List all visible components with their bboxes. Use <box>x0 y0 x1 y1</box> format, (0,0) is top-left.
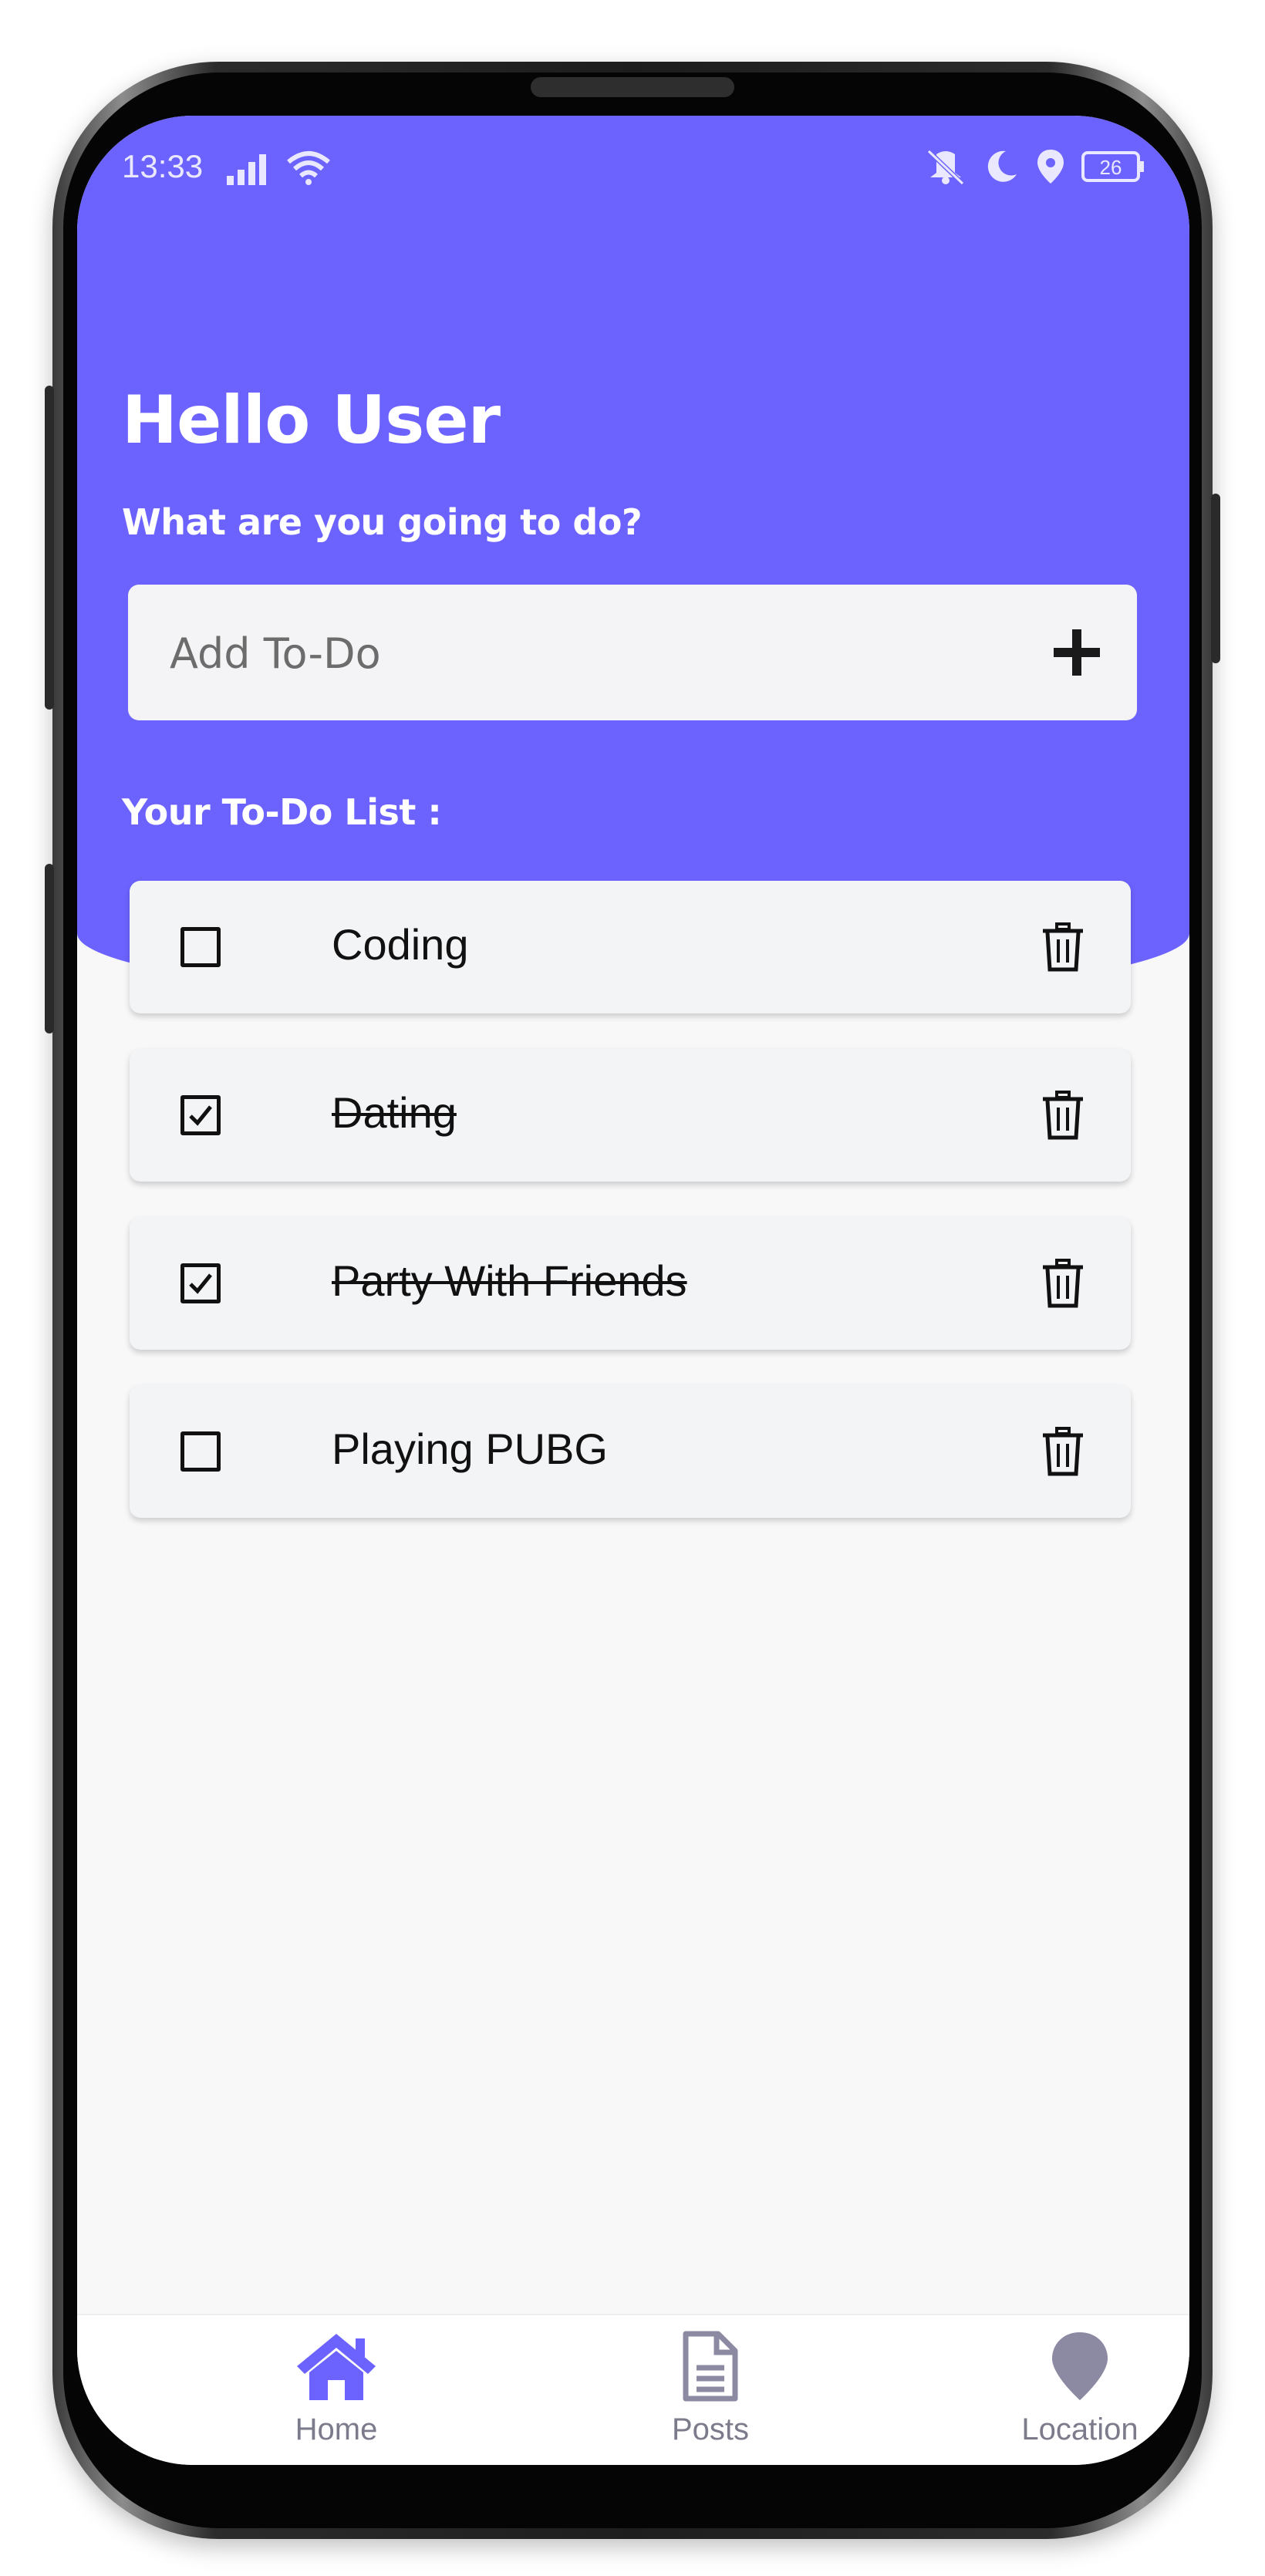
page-title: Hello User <box>122 382 501 459</box>
location-pin-icon <box>1037 150 1064 184</box>
bottom-nav: Home Posts Location <box>77 2314 1189 2465</box>
todo-item: Dating <box>130 1049 1131 1182</box>
status-left-icons <box>225 150 332 185</box>
todo-text: Party With Friends <box>332 1256 687 1305</box>
todo-text: Playing PUBG <box>332 1425 608 1473</box>
list-heading: Your To-Do List : <box>122 791 442 833</box>
nav-item-home[interactable]: Home <box>221 2331 452 2447</box>
speaker-grille <box>531 77 734 97</box>
nav-label-home: Home <box>295 2412 378 2446</box>
todo-list: Coding Dating Party With Friends Playing… <box>130 881 1131 1553</box>
nav-item-location[interactable]: Location <box>964 2331 1189 2447</box>
plus-icon[interactable] <box>1047 623 1106 682</box>
status-time: 13:33 <box>122 148 204 184</box>
check-icon <box>189 1273 212 1294</box>
todo-item: Coding <box>130 881 1131 1013</box>
check-icon <box>189 1105 212 1126</box>
trash-icon[interactable] <box>1041 1091 1085 1140</box>
trash-icon[interactable] <box>1041 1427 1085 1476</box>
power-button <box>1211 494 1220 663</box>
todo-item: Playing PUBG <box>130 1385 1131 1518</box>
document-icon <box>683 2331 738 2402</box>
volume-up-button <box>45 386 54 710</box>
moon-icon <box>987 150 1017 182</box>
nav-label-posts: Posts <box>671 2412 750 2446</box>
todo-checkbox[interactable] <box>180 1263 221 1303</box>
volume-down-button <box>45 864 54 1033</box>
trash-icon[interactable] <box>1041 1259 1085 1308</box>
status-bar: 13:33 26 <box>77 116 1189 208</box>
map-pin-icon <box>1052 2332 1108 2400</box>
battery-icon: 26 <box>1081 151 1144 182</box>
todo-checkbox[interactable] <box>180 1431 221 1472</box>
todo-checkbox[interactable] <box>180 1095 221 1135</box>
todo-text: Dating <box>332 1088 457 1137</box>
status-right-icons: 26 <box>924 148 1145 185</box>
wifi-icon <box>287 151 330 185</box>
signal-icon <box>227 154 266 185</box>
todo-text: Coding <box>332 920 469 969</box>
nav-label-location: Location <box>1021 2412 1138 2446</box>
nav-item-posts[interactable]: Posts <box>595 2331 826 2447</box>
page-subtitle: What are you going to do? <box>122 501 643 543</box>
vibrate-off-icon <box>926 149 965 185</box>
add-todo-input[interactable] <box>168 585 943 722</box>
battery-level: 26 <box>1100 156 1122 179</box>
trash-icon[interactable] <box>1041 922 1085 972</box>
todo-checkbox[interactable] <box>180 927 221 967</box>
app-screen: 13:33 26 Hello User What are you going t… <box>77 116 1189 2465</box>
todo-item: Party With Friends <box>130 1217 1131 1350</box>
header-panel: 13:33 26 Hello User What are you going t… <box>77 116 1189 1003</box>
add-todo-box <box>128 585 1137 722</box>
home-icon <box>297 2334 376 2400</box>
